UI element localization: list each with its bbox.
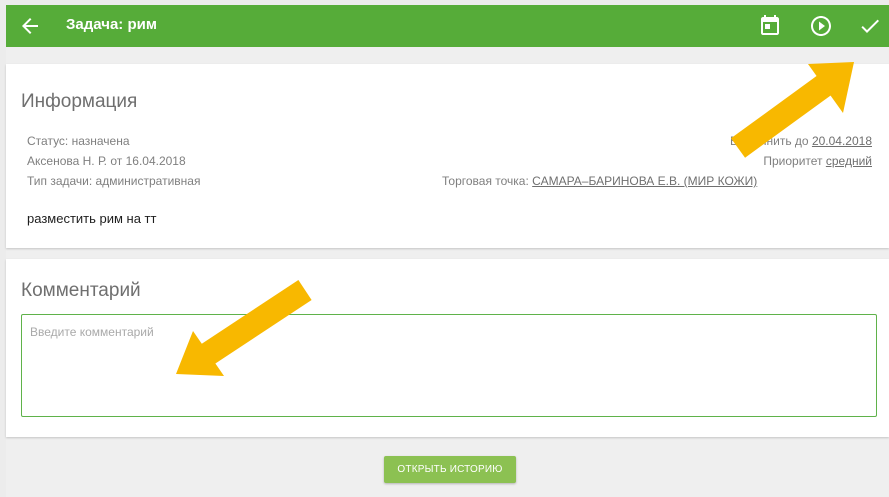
outlet-link[interactable]: САМАРА–БАРИНОВА Е.В. (МИР КОЖИ) (532, 174, 757, 188)
task-description: разместить рим на тт (27, 211, 157, 226)
arrow-left-icon[interactable] (18, 14, 42, 38)
priority-row: Приоритет средний (763, 154, 872, 168)
author-text: Аксенова Н. Р. от 16.04.2018 (27, 154, 186, 168)
calendar-icon[interactable] (758, 14, 782, 38)
page-title: Задача: рим (66, 16, 157, 33)
status-text: Статус: назначена (27, 134, 130, 148)
app-frame: Задача: рим Информация Статус: назначена… (6, 5, 889, 497)
info-section-title: Информация (21, 91, 138, 112)
due-date-link[interactable]: 20.04.2018 (812, 134, 872, 148)
check-icon[interactable] (858, 14, 882, 38)
play-circle-icon[interactable] (809, 14, 833, 38)
comment-section-title: Комментарий (21, 280, 141, 301)
task-type-text: Тип задачи: административная (27, 174, 201, 188)
outlet-label: Торговая точка: (442, 174, 529, 188)
priority-label: Приоритет (763, 154, 823, 168)
due-date-row: Выполнить до 20.04.2018 (730, 134, 872, 148)
open-history-button[interactable]: ОТКРЫТЬ ИСТОРИЮ (384, 456, 516, 483)
app-bar: Задача: рим (6, 5, 889, 47)
comment-card: Комментарий (6, 259, 889, 437)
info-card: Информация Статус: назначена Аксенова Н.… (6, 64, 889, 248)
outlet-row: Торговая точка: САМАРА–БАРИНОВА Е.В. (МИ… (442, 174, 757, 188)
due-date-label: Выполнить до (729, 134, 809, 148)
priority-link[interactable]: средний (826, 154, 872, 168)
comment-input[interactable] (21, 314, 877, 417)
